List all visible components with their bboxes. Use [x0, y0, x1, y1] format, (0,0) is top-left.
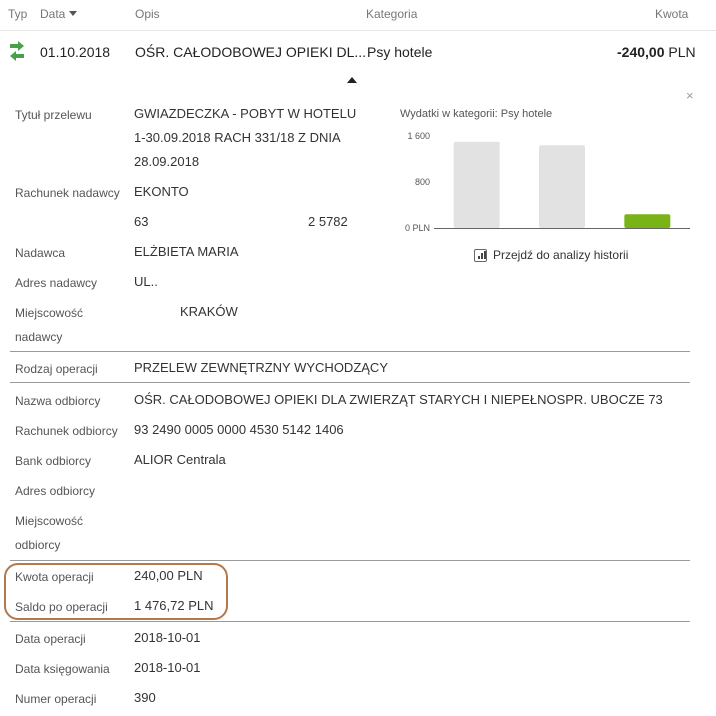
chart-bar [624, 214, 671, 228]
chart-title: Wydatki w kategorii: Psy hotele [400, 108, 552, 120]
transfer-icon [8, 41, 26, 68]
highlight-outline [4, 563, 228, 620]
transaction-currency: PLN [668, 44, 696, 60]
transaction-row[interactable]: 01.10.2018 OŚR. CAŁODOBOWEJ OPIEKI DL...… [0, 31, 716, 73]
transaction-description: OŚR. CAŁODOBOWEJ OPIEKI DL... [135, 44, 367, 60]
recipient-city-label-line-1: Miejscowość [15, 514, 84, 528]
recipient-account-value: 93 2490 0005 0000 4530 5142 1406 [134, 422, 344, 437]
booking-date-value: 2018-10-01 [134, 660, 201, 675]
operation-type-label: Rodzaj operacji [15, 362, 98, 376]
chart-bar [453, 141, 500, 228]
sender-city-label-line-2: nadawcy [15, 330, 63, 344]
y-tick-label: 0 PLN [405, 223, 430, 233]
column-header-date-label: Data [40, 7, 66, 21]
divider [10, 560, 690, 561]
column-header-type: Typ [8, 7, 28, 21]
column-header-category: Kategoria [366, 7, 418, 21]
operation-date-label: Data operacji [15, 632, 86, 646]
y-tick-label: 800 [415, 177, 430, 187]
divider [10, 621, 690, 622]
table-header: Typ Data Opis Kategoria Kwota [0, 0, 716, 31]
title-line-3: 28.09.2018 [134, 154, 200, 169]
sender-address-value: UL.. [134, 274, 158, 289]
operation-number-value: 390 [134, 690, 156, 705]
title-label: Tytuł przelewu [15, 108, 92, 122]
column-header-amount: Kwota [655, 7, 689, 21]
title-line-1: GWIAZDECZKA - POBYT W HOTELU [134, 106, 357, 121]
recipient-bank-label: Bank odbiorcy [15, 454, 92, 468]
recipient-address-label: Adres odbiorcy [15, 484, 96, 498]
sort-desc-icon [69, 11, 78, 16]
chart-title-text: Wydatki w kategorii: [400, 108, 498, 120]
column-header-description: Opis [135, 7, 160, 21]
sender-account-name: EKONTO [134, 184, 189, 199]
chart-category: Psy hotele [500, 108, 553, 120]
sender-city-label-line-1: Miejscowość [15, 306, 84, 320]
operation-number-label: Numer operacji [15, 692, 97, 706]
sender-address-label: Adres nadawcy [15, 276, 98, 290]
close-icon[interactable]: × [686, 88, 694, 103]
recipient-name-value: OŚR. CAŁODOBOWEJ OPIEKI DLA ZWIERZĄT STA… [134, 392, 663, 407]
sender-value: ELŻBIETA MARIA [134, 244, 239, 259]
transaction-date: 01.10.2018 [40, 44, 111, 60]
y-tick-label: 1 600 [407, 131, 430, 141]
title-line-2: 1-30.09.2018 RACH 331/18 Z DNIA [134, 130, 341, 145]
operation-type-value: PRZELEW ZEWNĘTRZNY WYCHODZĄCY [134, 360, 388, 375]
expand-caret-icon [347, 77, 357, 83]
category-spending-chart: 1 600 800 0 PLN [405, 131, 690, 233]
sender-account-part2: 2 5782 [308, 214, 348, 229]
recipient-name-label: Nazwa odbiorcy [15, 394, 101, 408]
chart-bar [539, 145, 585, 228]
divider [10, 382, 690, 383]
bar-chart-icon [474, 249, 487, 262]
sender-label: Nadawca [15, 246, 66, 260]
recipient-account-label: Rachunek odbiorcy [15, 424, 118, 438]
sender-city-value: KRAKÓW [180, 304, 238, 319]
history-analysis-label: Przejdź do analizy historii [493, 248, 629, 262]
column-header-date[interactable]: Data [40, 7, 78, 21]
operation-date-value: 2018-10-01 [134, 630, 201, 645]
transaction-amount-value: -240,00 [617, 44, 665, 60]
recipient-bank-value: ALIOR Centrala [134, 452, 226, 467]
recipient-city-label-line-2: odbiorcy [15, 538, 61, 552]
history-analysis-link[interactable]: Przejdź do analizy historii [474, 248, 628, 262]
transaction-amount: -240,00 PLN [617, 44, 696, 60]
sender-account-part1: 63 [134, 214, 149, 229]
sender-account-label: Rachunek nadawcy [15, 186, 120, 200]
booking-date-label: Data księgowania [15, 662, 110, 676]
transaction-category: Psy hotele [367, 44, 433, 60]
divider [10, 351, 690, 352]
